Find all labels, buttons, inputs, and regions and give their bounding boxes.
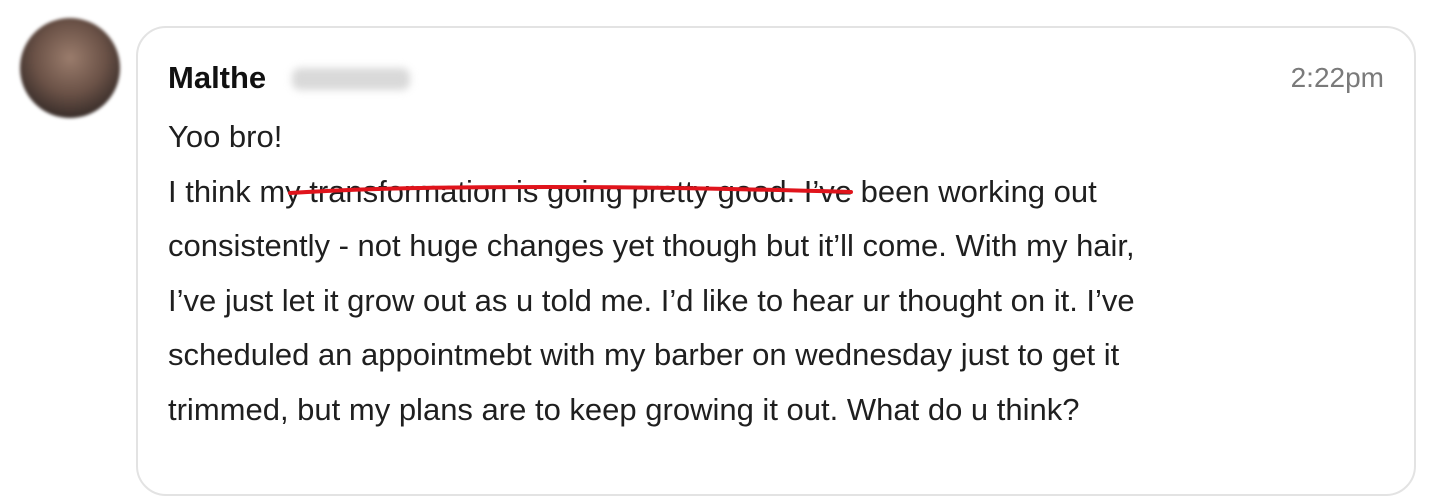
message-line: scheduled an appointmebt with my barber … [168,337,1120,372]
message-timestamp: 2:22pm [1290,62,1384,93]
redacted-last-name [292,68,410,90]
message-line: trimmed, but my plans are to keep growin… [168,391,1080,427]
red-underline-annotation [288,184,853,195]
message-line: I’ve just let it grow out as u told me. … [168,282,1135,318]
sender-name[interactable]: Malthe [168,56,266,100]
message-line: consistently - not huge changes yet thou… [168,228,1135,263]
message-body: Yoo bro! I think my transformation is go… [168,110,1388,437]
avatar[interactable] [20,18,120,118]
message-header: Malthe 2:22pm [168,56,1384,100]
message-bubble: Malthe 2:22pm Yoo bro! I think my transf… [136,26,1416,496]
message-line: Yoo bro! [168,119,283,154]
